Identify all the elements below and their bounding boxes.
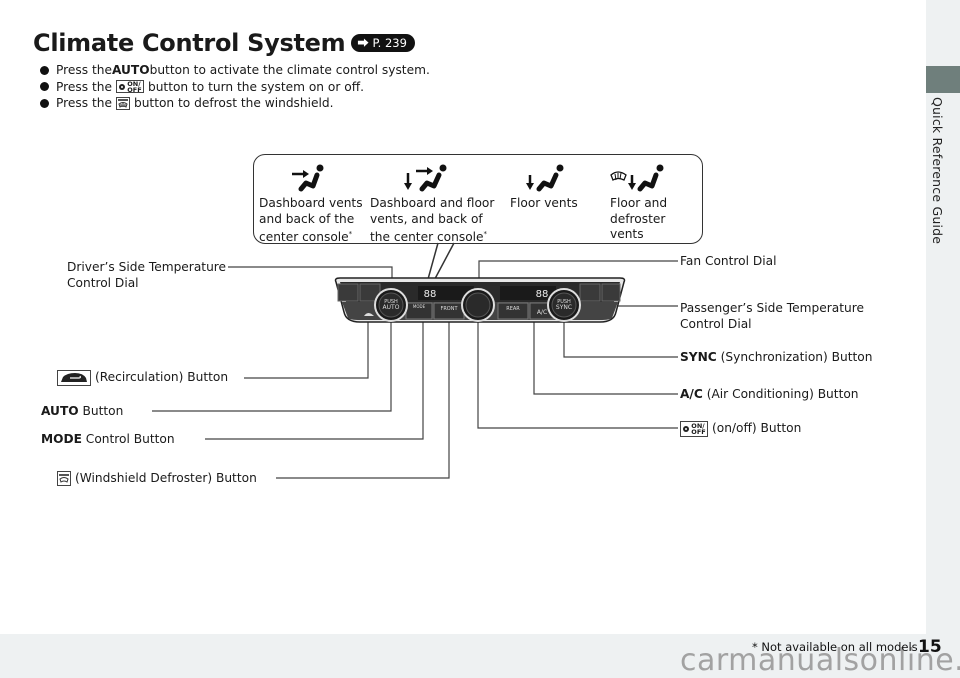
defroster-button-label: (Windshield Defroster) Button — [57, 470, 257, 486]
auto-button-label: AUTO Button — [41, 403, 123, 419]
passenger-temp-dial-label: Passenger’s Side Temperature Control Dia… — [680, 300, 864, 332]
front-defroster-icon — [57, 471, 71, 486]
ac-button-label: A/C — [537, 309, 547, 316]
mode-button-label: MODE — [413, 304, 426, 309]
label-text: (Air Conditioning) Button — [702, 387, 859, 401]
label-line: Control Dial — [67, 276, 139, 290]
label-text: (Synchronization) Button — [716, 350, 873, 364]
label-line: Control Dial — [680, 317, 752, 331]
fan-on-off-icon: ON/OFF — [680, 420, 708, 437]
label-bold: AUTO — [41, 404, 79, 418]
driver-temp-dial-label: Driver’s Side Temperature Control Dial — [67, 259, 226, 291]
driver-temp-display: 88 — [424, 289, 437, 300]
label-line: Passenger’s Side Temperature — [680, 301, 864, 315]
mode-button-label: MODE Control Button — [41, 431, 175, 447]
sync-button-label: SYNC (Synchronization) Button — [680, 349, 872, 365]
climate-control-panel: PUSH AUTO PUSH SYNC A/C FRONT REAR MODE … — [334, 277, 626, 323]
label-text: Button — [78, 404, 124, 418]
label-bold: MODE — [41, 432, 82, 446]
sync-dial-label: SYNC — [556, 304, 572, 311]
onoff-button-label: ON/OFF (on/off) Button — [680, 420, 801, 437]
label-line: Driver’s Side Temperature — [67, 260, 227, 274]
rear-defrost-label: REAR — [506, 306, 520, 312]
front-defrost-label: FRONT — [440, 306, 458, 312]
label-text: Control Button — [81, 432, 175, 446]
label-bold: SYNC — [680, 350, 717, 364]
recirculation-button-label: (Recirculation) Button — [57, 369, 228, 386]
footnote: * Not available on all models — [752, 640, 918, 654]
recirculation-icon — [57, 369, 91, 386]
off-text: OFF — [691, 427, 706, 436]
leader-lines — [152, 242, 678, 479]
label-text: (Recirculation) Button — [95, 370, 229, 384]
fan-dial-label: Fan Control Dial — [680, 254, 777, 268]
passenger-temp-display: 88 — [536, 289, 549, 300]
auto-dial-label: AUTO — [383, 304, 400, 311]
page-number: 15 — [918, 637, 942, 657]
label-text: (on/off) Button — [712, 421, 802, 435]
label-text: (Windshield Defroster) Button — [75, 471, 257, 485]
ac-button-label: A/C (Air Conditioning) Button — [680, 386, 859, 402]
label-bold: A/C — [680, 387, 703, 401]
